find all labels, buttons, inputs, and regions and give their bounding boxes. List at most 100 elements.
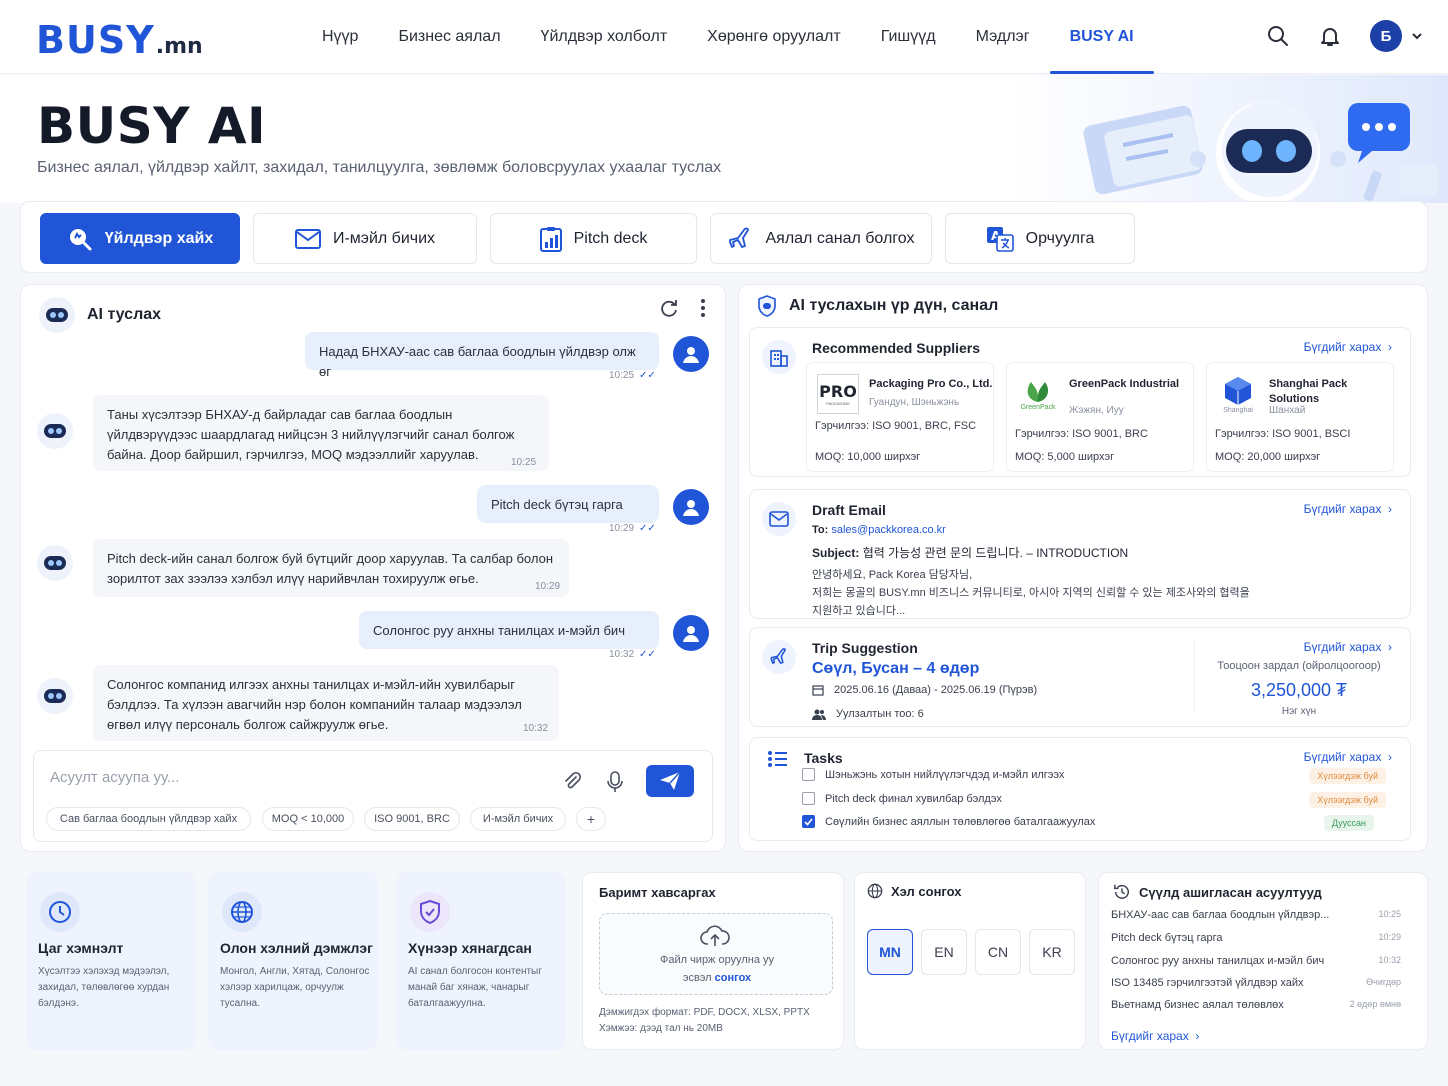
calendar-icon xyxy=(812,684,824,696)
tab-label: Pitch deck xyxy=(573,229,648,247)
choose-file-link[interactable]: сонгох xyxy=(715,972,751,984)
draft-email-card: Draft Email Бүгдийг харах › To: sales@pa… xyxy=(749,489,1411,619)
building-icon xyxy=(762,340,796,374)
task-checkbox[interactable] xyxy=(802,792,815,805)
supplier-moq: MOQ: 5,000 ширхэг xyxy=(1015,451,1115,463)
language-option-kr[interactable]: KR xyxy=(1029,929,1075,975)
recent-question-item[interactable]: БНХАУ-аас сав баглаа боодлын үйлдвэр... 1… xyxy=(1111,909,1401,921)
status-badge: Хүлээгдэж буй xyxy=(1309,792,1386,808)
clock-icon xyxy=(40,892,80,932)
task-item[interactable]: Шэньжэнь хотын нийлүүлэгчдэд и-мэйл илгэ… xyxy=(802,768,1064,781)
refresh-icon[interactable] xyxy=(659,298,679,318)
chat-input[interactable]: Асуулт асуупа уу... xyxy=(50,769,179,786)
suggestion-chip[interactable]: Сав баглаа боодлын үйлдвэр хайх xyxy=(46,807,251,831)
bell-icon[interactable] xyxy=(1318,24,1342,48)
avatar: Б xyxy=(1370,20,1402,52)
supplier-name: Packaging Pro Co., Ltd. xyxy=(869,378,993,390)
shield-bot-icon xyxy=(757,295,777,317)
chat-message-user: Pitch deck бүтэц гарга xyxy=(477,485,659,523)
chevron-down-icon xyxy=(1410,29,1424,43)
microphone-icon[interactable] xyxy=(606,771,624,793)
suppliers-card: Recommended Suppliers Бүгдийг харах › PR… xyxy=(749,327,1411,477)
logo[interactable]: BUSY .mn xyxy=(36,18,203,62)
suggestion-chip[interactable]: MOQ < 10,000 xyxy=(262,807,354,831)
view-all-link[interactable]: Бүгдийг харах › xyxy=(1304,640,1392,654)
recent-question-item[interactable]: Вьетнамд бизнес аялал төлөвлөх 2 өдөр өмн… xyxy=(1111,999,1401,1011)
supplier-card[interactable]: PRO PACKAGING Packaging Pro Co., Ltd. Гуа… xyxy=(806,362,994,472)
supplier-card[interactable]: Shanghai Shanghai Pack Solutions Шанхай … xyxy=(1206,362,1394,472)
chat-header: AI туслах xyxy=(39,297,161,333)
bot-avatar xyxy=(37,413,73,449)
nav-item-members[interactable]: Гишүүд xyxy=(861,0,956,74)
bot-avatar xyxy=(37,678,73,714)
suggestion-chip[interactable]: ISO 9001, BRC xyxy=(364,807,460,831)
trip-route: Сөүл, Бусан – 4 өдөр xyxy=(812,660,980,677)
nav-item-busy-ai[interactable]: BUSY AI xyxy=(1049,0,1154,74)
tab-trip-suggest[interactable]: Аялал санал болгох xyxy=(710,213,932,264)
message-time: 10:29 xyxy=(535,581,561,592)
language-title: Хэл сонгох xyxy=(891,883,962,899)
results-title: AI туслахын үр дүн, санал xyxy=(789,297,999,314)
view-all-link[interactable]: Бүгдийг харах › xyxy=(1304,340,1392,354)
feature-title: Олон хэлний дэмжлэг xyxy=(220,940,373,956)
upload-size: Хэмжээ: дээд тал нь 20MB xyxy=(599,1023,723,1034)
supplier-card[interactable]: GreenPack GreenPack Industrial Жэжян, Иу… xyxy=(1006,362,1194,472)
language-option-en[interactable]: EN xyxy=(921,929,967,975)
paperclip-icon[interactable] xyxy=(562,771,582,791)
message-time: 10:25 ✓✓ xyxy=(609,370,656,381)
search-icon[interactable] xyxy=(1266,24,1290,48)
search-factory-icon xyxy=(67,226,93,252)
feature-title: Цаг хэмнэлт xyxy=(38,940,124,956)
task-checkbox[interactable] xyxy=(802,768,815,781)
nav-item-home[interactable]: Нүүр xyxy=(302,0,378,74)
recent-question-item[interactable]: Солонгос руу анхны танилцах и-мэйл бич 10… xyxy=(1111,955,1401,967)
feature-desc: Монгол, Англи, Хятад, Солонгос хэлээр ха… xyxy=(220,966,370,1009)
page-subtitle: Бизнес аялал, үйлдвэр хайлт, захидал, та… xyxy=(37,159,722,176)
nav-item-business-trip[interactable]: Бизнес аялал xyxy=(378,0,520,74)
status-badge: Хүлээгдэж буй xyxy=(1309,768,1386,784)
logo-main: BUSY xyxy=(36,18,155,62)
more-vertical-icon[interactable] xyxy=(699,298,707,318)
view-all-link[interactable]: Бүгдийг харах › xyxy=(1304,502,1392,516)
file-dropzone[interactable]: Файл чирж оруулна уу эсвэл сонгох xyxy=(599,913,833,995)
robot-illustration xyxy=(1008,75,1448,203)
tab-translate[interactable]: A Орчуулга xyxy=(945,213,1135,264)
supplier-logo: PRO PACKAGING xyxy=(815,371,861,417)
nav-item-factory[interactable]: Үйлдвэр холболт xyxy=(521,0,688,74)
top-navbar: BUSY .mn Нүүр Бизнес аялал Үйлдвэр холбол… xyxy=(0,0,1448,74)
supplier-name: GreenPack Industrial xyxy=(1069,378,1180,390)
upload-panel: Баримт хавсаргах Файл чирж оруулна уу эс… xyxy=(582,872,844,1050)
task-item[interactable]: Сөүлийн бизнес аяллын төлөвлөгөө баталга… xyxy=(802,815,1095,828)
task-item[interactable]: Pitch deck финал хувилбар бэлдэх xyxy=(802,792,1002,805)
recent-view-all-link[interactable]: Бүгдийг харах › xyxy=(1111,1029,1199,1043)
trip-dates: 2025.06.16 (Даваа) - 2025.06.19 (Пүрэв) xyxy=(812,684,1037,696)
bot-avatar xyxy=(37,545,73,581)
globe-icon xyxy=(867,883,883,899)
send-button[interactable] xyxy=(646,765,694,797)
supplier-location: Шанхай xyxy=(1269,405,1306,416)
tasks-card: Tasks Бүгдийг харах › Шэньжэнь хотын ний… xyxy=(749,737,1411,841)
tab-pitch-deck[interactable]: Pitch deck xyxy=(490,213,697,264)
feature-card: Хүнээр хянагдсан AI санал болгосон конте… xyxy=(396,872,566,1050)
supplier-cert: Гэрчилгээ: ISO 9001, BSCI xyxy=(1215,428,1351,440)
tab-factory-search[interactable]: Үйлдвэр хайх xyxy=(40,213,240,264)
nav-item-knowledge[interactable]: Мэдлэг xyxy=(956,0,1050,74)
suggestion-chip[interactable]: И-мэйл бичих xyxy=(470,807,566,831)
mail-icon xyxy=(294,228,321,249)
view-all-link[interactable]: Бүгдийг харах › xyxy=(1304,750,1392,764)
nav-item-investment[interactable]: Хөрөнгө оруулалт xyxy=(687,0,861,74)
divider xyxy=(1194,642,1195,712)
message-time: 10:32 ✓✓ xyxy=(609,649,656,660)
trip-meetings: Уулзалтын тоо: 6 xyxy=(812,708,924,720)
user-menu[interactable]: Б xyxy=(1370,20,1424,52)
recent-question-item[interactable]: ISO 13485 гэрчилгээтэй үйлдвэр хайх Өчигд… xyxy=(1111,977,1401,989)
add-chip-button[interactable]: + xyxy=(576,807,606,831)
language-option-mn[interactable]: MN xyxy=(867,929,913,975)
email-to: To: sales@packkorea.co.kr xyxy=(812,524,946,536)
tab-write-email[interactable]: И-мэйл бичих xyxy=(253,213,477,264)
recent-question-item[interactable]: Pitch deck бүтэц гарга 10:29 xyxy=(1111,932,1401,944)
tab-label: Орчуулга xyxy=(1025,229,1095,247)
results-header: AI туслахын үр дүн, санал xyxy=(757,295,998,317)
language-option-cn[interactable]: CN xyxy=(975,929,1021,975)
task-checkbox[interactable] xyxy=(802,815,815,828)
